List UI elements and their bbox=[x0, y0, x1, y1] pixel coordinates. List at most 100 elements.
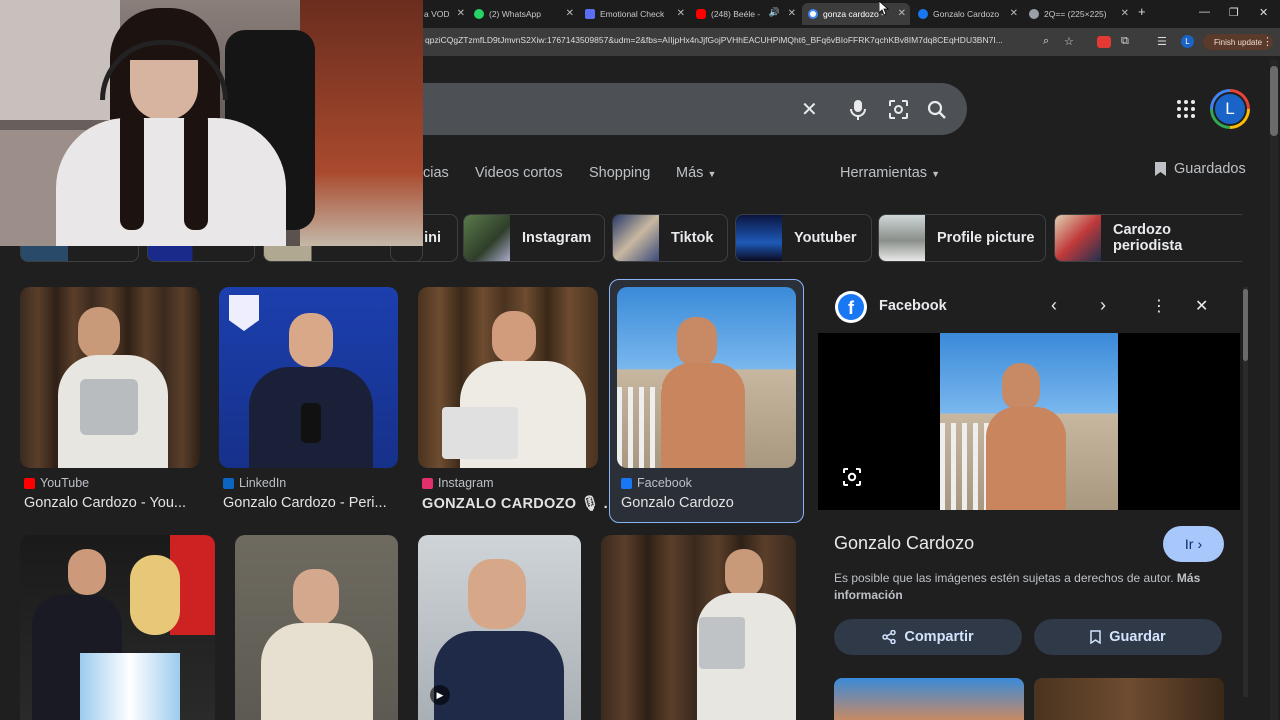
linkedin-icon bbox=[223, 477, 234, 489]
close-icon[interactable]: ✕ bbox=[898, 8, 906, 19]
image-result[interactable] bbox=[601, 535, 796, 720]
webcam-overlay bbox=[0, 0, 423, 246]
chip-partial[interactable] bbox=[20, 246, 139, 262]
account-avatar[interactable]: L bbox=[1213, 92, 1247, 126]
image-result[interactable] bbox=[20, 535, 215, 720]
tab-gonzalo-cardozo[interactable]: Gonzalo Cardozo ✕ bbox=[918, 3, 1022, 25]
lens-search-icon[interactable] bbox=[842, 467, 862, 487]
related-image[interactable] bbox=[1034, 678, 1224, 720]
tab-label: Más bbox=[676, 165, 704, 181]
url-field[interactable]: qpziCQgZTzmfLD9tJmvnS2Xiw:1767143509857&… bbox=[425, 35, 1035, 45]
new-tab-button[interactable]: + bbox=[1138, 4, 1146, 19]
chip-profile-picture[interactable]: Profile picture bbox=[878, 214, 1046, 262]
close-icon[interactable]: ✕ bbox=[1195, 296, 1208, 316]
chip-partial[interactable] bbox=[147, 246, 255, 262]
menu-icon[interactable]: ⋮ bbox=[1262, 35, 1273, 48]
page-scrollbar[interactable] bbox=[1270, 60, 1278, 720]
youtube-icon bbox=[24, 477, 35, 489]
tab-image[interactable]: 2Q== (225×225) ✕ bbox=[1029, 3, 1133, 25]
chip-cardozo-periodista[interactable]: Cardozo periodista bbox=[1054, 214, 1242, 262]
adblock-icon[interactable] bbox=[1097, 36, 1111, 48]
mic-icon[interactable] bbox=[850, 99, 866, 121]
chip-thumbnail bbox=[464, 215, 510, 261]
result-thumbnail[interactable] bbox=[617, 287, 796, 468]
google-apps-icon[interactable] bbox=[1177, 100, 1195, 118]
share-button[interactable]: Compartir bbox=[834, 619, 1022, 655]
chip-youtuber[interactable]: Youtuber bbox=[735, 214, 872, 262]
chip-thumbnail bbox=[736, 215, 782, 261]
chip-thumbnail bbox=[1055, 215, 1101, 261]
google-icon bbox=[808, 9, 818, 19]
facebook-icon bbox=[918, 9, 928, 19]
chip-label: Tiktok bbox=[671, 230, 714, 246]
panel-source[interactable]: Facebook bbox=[879, 298, 947, 314]
source-label: LinkedIn bbox=[239, 476, 287, 490]
image-result[interactable]: ▶ bbox=[418, 535, 581, 720]
close-icon[interactable]: ✕ bbox=[566, 8, 574, 19]
result-title[interactable]: Gonzalo Cardozo - Peri... bbox=[223, 495, 387, 511]
visit-button[interactable]: Ir › bbox=[1163, 526, 1224, 562]
panel-scrollbar[interactable] bbox=[1243, 287, 1248, 697]
scrollbar-thumb[interactable] bbox=[1270, 66, 1278, 136]
search-icon[interactable] bbox=[927, 100, 947, 120]
media-icon[interactable]: ☰ bbox=[1157, 35, 1167, 48]
tab-vod[interactable]: a VOD ✕ bbox=[424, 3, 469, 25]
result-title[interactable]: Gonzalo Cardozo - You... bbox=[24, 495, 186, 511]
chip-partial[interactable] bbox=[263, 246, 423, 262]
tab-label: (2) WhatsApp bbox=[489, 9, 541, 19]
youtube-icon bbox=[696, 9, 706, 19]
result-thumbnail[interactable] bbox=[20, 287, 200, 468]
save-button[interactable]: Guardar bbox=[1034, 619, 1222, 655]
minimize-icon[interactable]: — bbox=[1199, 6, 1210, 18]
scrollbar-thumb[interactable] bbox=[1243, 289, 1248, 361]
chip-thumbnail bbox=[879, 215, 925, 261]
result-thumbnail[interactable] bbox=[219, 287, 398, 468]
close-icon[interactable]: ✕ bbox=[677, 8, 685, 19]
tab-emotional-check[interactable]: Emotional Check ✕ bbox=[585, 3, 689, 25]
tab-mas[interactable]: Más ▼ bbox=[676, 165, 716, 181]
result-source: Facebook bbox=[621, 476, 692, 490]
zoom-icon[interactable]: ⌕ bbox=[1043, 35, 1049, 48]
close-window-icon[interactable]: ✕ bbox=[1259, 6, 1268, 19]
save-label: Guardar bbox=[1109, 629, 1166, 645]
visit-label: Ir bbox=[1184, 536, 1194, 552]
result-thumbnail[interactable] bbox=[418, 287, 598, 468]
tab-whatsapp[interactable]: (2) WhatsApp ✕ bbox=[474, 3, 578, 25]
panel-title[interactable]: Gonzalo Cardozo bbox=[834, 533, 974, 554]
close-icon[interactable]: ✕ bbox=[788, 8, 796, 19]
result-title[interactable]: Gonzalo Cardozo bbox=[621, 495, 734, 511]
tab-label: (248) Beéle - bbox=[711, 9, 761, 19]
tools-button[interactable]: Herramientas ▼ bbox=[840, 165, 940, 181]
saved-button[interactable]: Guardados bbox=[1154, 161, 1246, 177]
source-label: Facebook bbox=[637, 476, 692, 490]
clear-icon[interactable]: ✕ bbox=[801, 97, 818, 122]
previous-icon[interactable]: ‹ bbox=[1051, 295, 1057, 316]
play-icon[interactable]: ▶ bbox=[430, 685, 450, 705]
more-options-icon[interactable]: ⋮ bbox=[1151, 296, 1167, 316]
close-icon[interactable]: ✕ bbox=[1010, 8, 1018, 19]
chip-instagram[interactable]: Instagram bbox=[463, 214, 605, 262]
restore-icon[interactable]: ❐ bbox=[1229, 6, 1239, 19]
profile-avatar[interactable]: L bbox=[1181, 35, 1194, 48]
whatsapp-icon bbox=[474, 9, 484, 19]
tab-videos-cortos[interactable]: Videos cortos bbox=[475, 165, 563, 181]
related-image[interactable] bbox=[834, 678, 1024, 720]
speaker-icon[interactable]: 🔊 bbox=[769, 7, 780, 18]
close-icon[interactable]: ✕ bbox=[457, 8, 465, 19]
source-label: Instagram bbox=[438, 476, 494, 490]
image-result[interactable] bbox=[235, 535, 398, 720]
chip-tiktok[interactable]: Tiktok bbox=[612, 214, 728, 262]
tab-label: Herramientas bbox=[840, 165, 928, 181]
close-icon[interactable]: ✕ bbox=[1121, 8, 1129, 19]
next-icon[interactable]: › bbox=[1100, 295, 1106, 316]
tab-label: 2Q== (225×225) bbox=[1044, 9, 1107, 19]
result-title[interactable]: GONZALO CARDOZO 🎙 ... bbox=[422, 495, 617, 512]
tab-youtube[interactable]: (248) Beéle - 🔊 ✕ bbox=[696, 3, 800, 25]
preview-image[interactable] bbox=[940, 333, 1118, 510]
tab-shopping[interactable]: Shopping bbox=[589, 165, 650, 181]
lens-icon[interactable] bbox=[888, 99, 909, 120]
star-icon[interactable]: ☆ bbox=[1064, 35, 1074, 48]
tab-noticias[interactable]: cias bbox=[423, 165, 449, 181]
extensions-icon[interactable]: ⧉ bbox=[1121, 35, 1129, 48]
tab-google-search[interactable]: gonza cardozo - ✕ bbox=[802, 3, 910, 25]
